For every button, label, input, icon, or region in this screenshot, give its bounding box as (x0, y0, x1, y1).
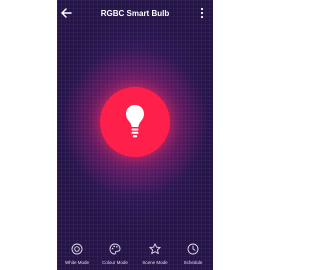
sun-icon (71, 242, 83, 255)
bottom-navigation: White Mode Colour Mode Scene Mode Schedu… (57, 238, 213, 270)
nav-label-scene-mode: Scene Mode (142, 260, 168, 265)
clock-icon (187, 242, 199, 255)
nav-label-colour-mode: Colour Mode (102, 260, 128, 265)
nav-colour-mode[interactable]: Colour Mode (95, 238, 135, 270)
top-bar: RGBC Smart Bulb (57, 0, 213, 28)
nav-label-schedule: Schedule (183, 260, 203, 265)
nav-label-white-mode: White Mode (64, 260, 89, 265)
nav-schedule[interactable]: Schedule (173, 238, 213, 270)
page-title: RGBC Smart Bulb (100, 9, 170, 18)
power-toggle-button[interactable] (100, 87, 170, 157)
more-vertical-icon[interactable] (197, 6, 207, 20)
app-screen: RGBC Smart Bulb White Mode Colour Mode S… (57, 0, 213, 270)
nav-scene-mode[interactable]: Scene Mode (135, 238, 175, 270)
palette-icon (109, 242, 121, 255)
nav-white-mode[interactable]: White Mode (57, 238, 97, 270)
back-arrow-icon[interactable] (59, 6, 73, 20)
star-icon (149, 242, 161, 255)
lightbulb-icon (125, 104, 145, 140)
